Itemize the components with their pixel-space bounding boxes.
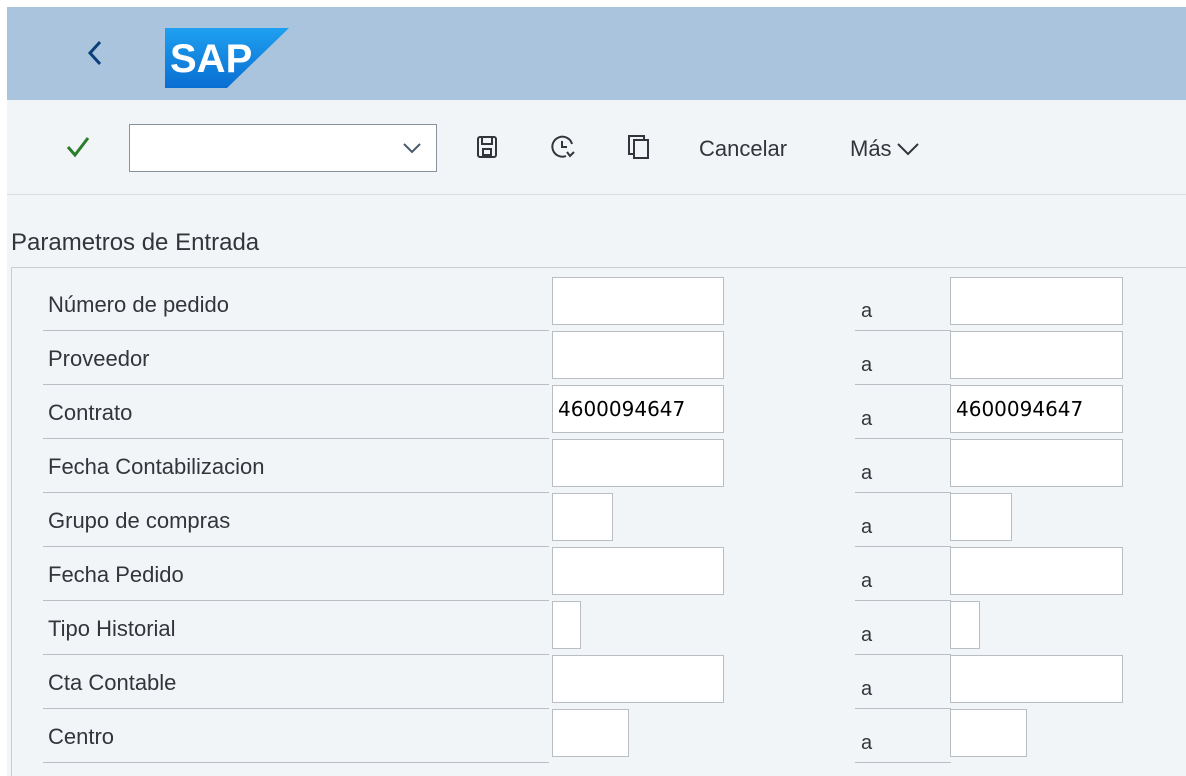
chevron-down-icon [403, 143, 421, 154]
proveedor-to-input[interactable] [950, 331, 1123, 379]
application-toolbar: Cancelar Más [7, 100, 1186, 195]
cta-contable-from-input[interactable] [552, 655, 724, 703]
range-separator: a [855, 441, 951, 493]
row-grupo-compras: Grupo de compras a [7, 493, 1186, 549]
range-separator: a [855, 549, 951, 601]
checkmark-icon [66, 137, 90, 158]
field-label: Fecha Pedido [43, 549, 549, 601]
field-label: Tipo Historial [43, 603, 549, 655]
row-fecha-contabilizacion: Fecha Contabilizacion a [7, 439, 1186, 495]
back-button[interactable] [75, 31, 115, 75]
contrato-from-input[interactable]: 4600094647 [552, 385, 724, 433]
copy-button[interactable] [624, 132, 654, 162]
cancel-button[interactable]: Cancelar [699, 136, 787, 162]
sap-logo: SAP [165, 28, 289, 88]
range-separator: a [855, 279, 951, 331]
execute-button[interactable] [64, 133, 92, 161]
proveedor-from-input[interactable] [552, 331, 724, 379]
row-tipo-historial: Tipo Historial a [7, 601, 1186, 657]
history-button[interactable] [548, 132, 578, 162]
fecha-contabilizacion-to-input[interactable] [950, 439, 1123, 487]
range-separator: a [855, 603, 951, 655]
range-separator: a [855, 495, 951, 547]
contrato-to-input[interactable]: 4600094647 [950, 385, 1123, 433]
clock-icon [551, 135, 575, 158]
field-label: Número de pedido [43, 279, 549, 331]
row-proveedor: Proveedor a [7, 331, 1186, 387]
row-numero-pedido: Número de pedido a [7, 277, 1186, 333]
fecha-contabilizacion-from-input[interactable] [552, 439, 724, 487]
numero-pedido-to-input[interactable] [950, 277, 1123, 325]
range-separator: a [855, 387, 951, 439]
variant-select[interactable] [129, 124, 437, 172]
more-label: Más [850, 136, 892, 161]
field-label: Grupo de compras [43, 495, 549, 547]
field-label: Proveedor [43, 333, 549, 385]
section-title: Parametros de Entrada [11, 229, 260, 256]
fecha-pedido-to-input[interactable] [950, 547, 1123, 595]
grupo-compras-to-input[interactable] [950, 493, 1012, 541]
row-contrato: Contrato 4600094647 a 4600094647 [7, 385, 1186, 441]
range-separator: a [855, 333, 951, 385]
grupo-compras-from-input[interactable] [552, 493, 613, 541]
section-divider [11, 267, 1186, 268]
numero-pedido-from-input[interactable] [552, 277, 724, 325]
field-label: Cta Contable [43, 657, 549, 709]
row-fecha-pedido: Fecha Pedido a [7, 547, 1186, 603]
tipo-historial-from-input[interactable] [552, 601, 581, 649]
shell-header: SAP [7, 7, 1186, 100]
chevron-left-icon [87, 40, 102, 66]
tipo-historial-to-input[interactable] [950, 601, 980, 649]
range-separator: a [855, 711, 951, 763]
fecha-pedido-from-input[interactable] [552, 547, 724, 595]
range-separator: a [855, 657, 951, 709]
svg-text:SAP: SAP [170, 37, 252, 81]
field-label: Centro [43, 711, 549, 763]
selection-screen: Parametros de Entrada Número de pedido a… [7, 195, 1186, 776]
centro-from-input[interactable] [552, 709, 629, 757]
save-icon [477, 136, 497, 158]
row-cta-contable: Cta Contable a [7, 655, 1186, 711]
save-button[interactable] [472, 132, 502, 162]
field-label: Contrato [43, 387, 549, 439]
field-label: Fecha Contabilizacion [43, 441, 549, 493]
cta-contable-to-input[interactable] [950, 655, 1123, 703]
row-centro: Centro a [7, 709, 1186, 765]
copy-icon [628, 135, 649, 159]
more-menu-button[interactable]: Más [850, 136, 920, 162]
centro-to-input[interactable] [950, 709, 1027, 757]
chevron-down-icon [896, 143, 919, 156]
